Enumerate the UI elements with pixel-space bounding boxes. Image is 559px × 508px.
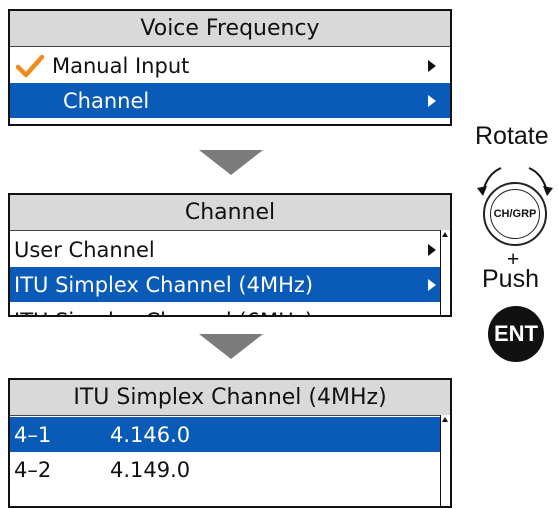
menu-item-label: Channel — [63, 88, 150, 113]
scrollbar[interactable] — [440, 230, 450, 315]
knob-label: CH/GRP — [490, 189, 540, 239]
chevron-right-icon — [428, 279, 436, 291]
menu-title: Channel — [10, 195, 450, 231]
scroll-up-icon — [442, 417, 448, 422]
channel-frequency: 4.149.0 — [110, 457, 191, 482]
menu-title: Voice Frequency — [10, 11, 450, 47]
menu-item-manual-input[interactable]: Manual Input — [10, 48, 450, 83]
channel-row[interactable]: 4–1 4.146.0 — [10, 417, 442, 452]
ent-button[interactable]: ENT — [488, 306, 544, 362]
menu-item-itu-simplex-4mhz[interactable]: ITU Simplex Channel (4MHz) — [10, 267, 442, 302]
flow-arrow-icon — [199, 150, 263, 175]
flow-arrow-icon — [199, 334, 263, 359]
channel-number: 4–2 — [14, 457, 52, 482]
menu-item-channel[interactable]: Channel — [10, 83, 450, 118]
channel-number: 4–1 — [14, 422, 52, 447]
rotate-label: Rotate — [475, 122, 549, 150]
checkmark-icon — [15, 54, 45, 83]
menu-item-itu-simplex-6mhz[interactable]: ITU Simplex Channel (6MHz) — [10, 303, 442, 316]
chevron-right-icon — [428, 244, 436, 256]
menu-item-label: ITU Simplex Channel (6MHz) — [14, 309, 313, 316]
menu-item-label: Manual Input — [52, 53, 190, 78]
channel-row[interactable]: 4–2 4.149.0 — [10, 452, 442, 487]
chevron-right-icon — [428, 60, 436, 72]
scrollbar[interactable] — [440, 415, 450, 506]
scroll-up-icon — [442, 232, 448, 237]
chevron-right-icon — [428, 95, 436, 107]
ch-grp-knob[interactable]: CH/GRP — [483, 182, 547, 246]
menu-item-label: User Channel — [14, 237, 155, 262]
channel-frequency: 4.146.0 — [110, 422, 191, 447]
menu-item-label: ITU Simplex Channel (4MHz) — [14, 272, 314, 297]
push-label: Push — [482, 265, 539, 293]
itu-simplex-4mhz-list: ITU Simplex Channel (4MHz) 4–1 4.146.0 4… — [8, 378, 452, 508]
menu-item-user-channel[interactable]: User Channel — [10, 232, 442, 267]
list-title: ITU Simplex Channel (4MHz) — [10, 380, 450, 416]
voice-frequency-menu: Voice Frequency Manual Input Channel — [8, 9, 452, 126]
channel-menu: Channel User Channel ITU Simplex Channel… — [8, 193, 452, 317]
